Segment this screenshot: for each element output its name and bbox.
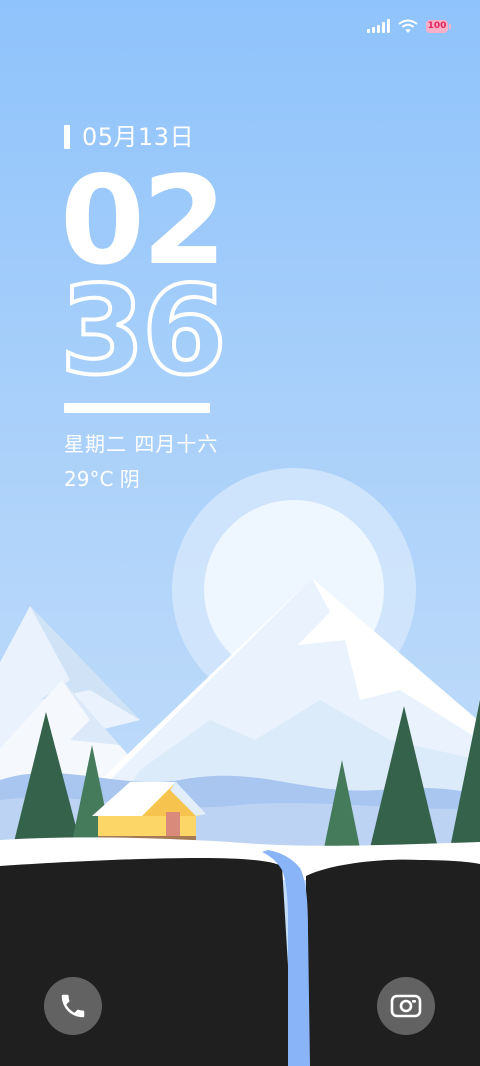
status-bar: 100 — [367, 14, 451, 38]
lunar-date: 星期二 四月十六 — [64, 432, 219, 456]
weather-info[interactable]: 29°C 阴 — [64, 463, 140, 492]
phone-icon — [61, 994, 85, 1018]
date-text: 05月13日 — [82, 123, 195, 151]
clock-underline — [64, 403, 210, 413]
house-door — [166, 812, 180, 840]
ground-left — [0, 858, 294, 1066]
lock-screen: 100 05月13日 02 36 星期二 四月十六 29°C 阴 — [0, 0, 480, 1066]
wifi-icon — [398, 19, 418, 33]
clock-minutes[interactable]: 36 — [58, 268, 229, 394]
signal-bars-icon — [367, 19, 390, 33]
date-row: 05月13日 — [64, 122, 194, 152]
ground-right — [306, 859, 480, 1066]
battery-icon: 100 — [426, 19, 451, 33]
camera-shortcut-button[interactable] — [377, 977, 435, 1035]
battery-level: 100 — [427, 20, 447, 31]
date-accent-bar — [64, 125, 70, 149]
camera-icon — [390, 994, 422, 1018]
phone-shortcut-button[interactable] — [44, 977, 102, 1035]
